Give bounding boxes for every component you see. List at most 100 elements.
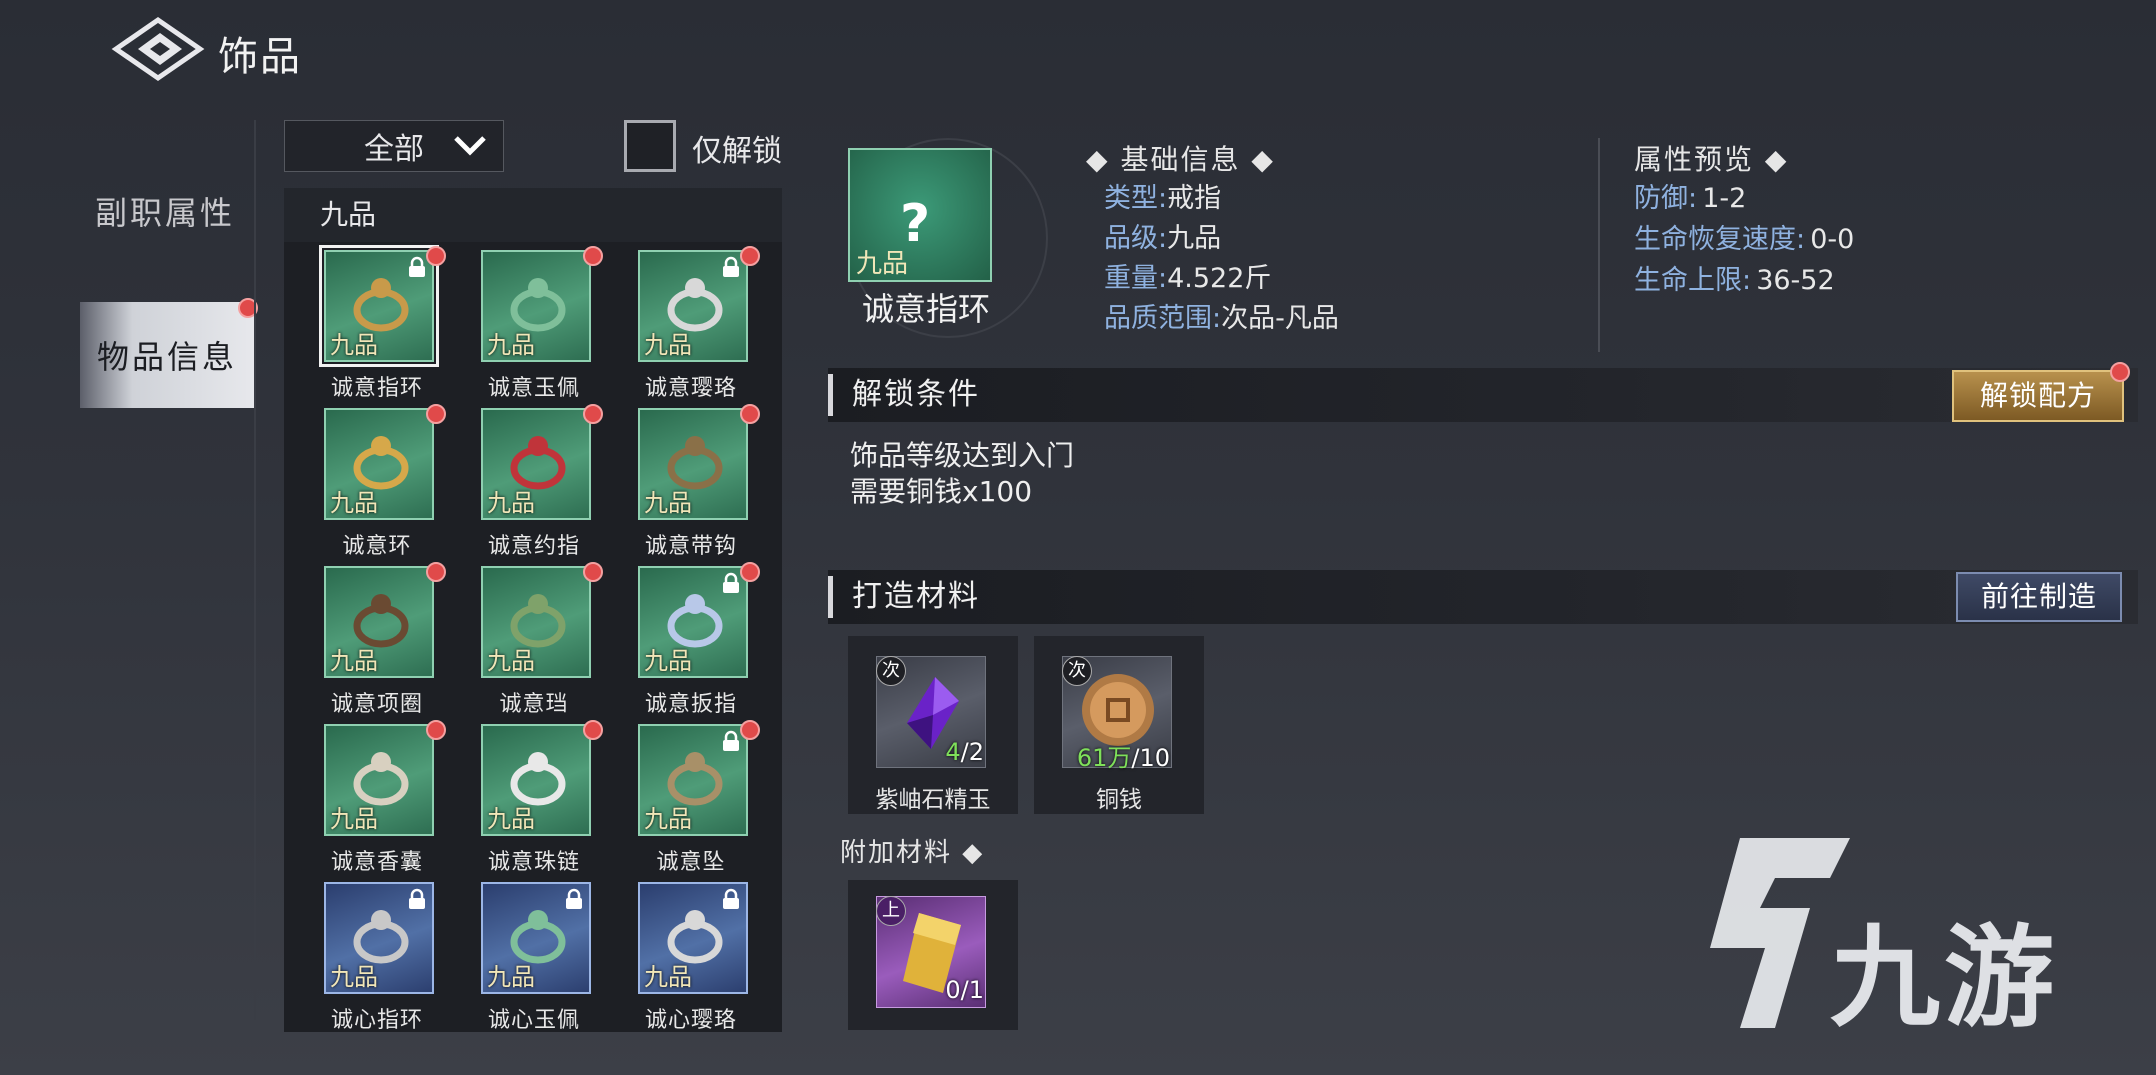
selected-item-icon: ? 九品 (848, 148, 992, 282)
item-card[interactable]: 九品 诚意坠 (600, 720, 760, 884)
lock-icon (409, 888, 425, 909)
craft-materials-bar: 打造材料 (828, 570, 2138, 624)
item-quality: 九品 (487, 647, 535, 675)
quality-range-value: 次品-凡品 (1221, 303, 1339, 334)
item-grid: 九品 诚意指环 九品 诚意玉佩 九品 诚意璎珞 九品 诚意环 九品 诚意约指 九品 诚意带钩 九品 诚意项… (284, 245, 782, 1033)
item-card[interactable]: 九品 诚意指环 (286, 245, 446, 410)
item-card[interactable]: 九品诚意环 (286, 404, 446, 568)
extra-material-grade-badge: 上 (876, 896, 906, 926)
item-quality: 九品 (487, 805, 535, 833)
watermark-text: 九游 (1830, 914, 2058, 1042)
item-name: 诚意珰 (499, 692, 569, 717)
side-tab-item-info-label: 物品信息 (96, 338, 237, 376)
item-quality: 九品 (644, 963, 692, 991)
extra-material-slot[interactable]: 上 0/1 (848, 880, 1018, 1030)
item-thumbnail: 九品 (481, 408, 591, 520)
material-need: /10 (1131, 744, 1170, 772)
basic-info-title: ◆ 基础信息 ◆ (1086, 143, 1275, 176)
extra-materials-title-text: 附加材料 (840, 838, 953, 868)
craft-materials-title: 打造材料 (852, 579, 980, 614)
item-thumbnail: 九品 (638, 566, 748, 678)
item-quality: 九品 (644, 647, 692, 675)
header-bar: 饰品 (0, 0, 2156, 110)
item-card[interactable]: 九品诚意珰 (443, 562, 603, 726)
item-card[interactable]: 九品 诚意带钩 (600, 404, 760, 568)
item-name: 诚意带钩 (644, 534, 737, 559)
item-card[interactable]: 九品 诚心玉佩 (443, 882, 601, 1042)
item-card[interactable]: 九品 诚心璎珞 (600, 882, 758, 1042)
filter-dropdown[interactable]: 全部 (284, 120, 504, 172)
item-thumbnail: 九品 (481, 882, 591, 994)
item-thumbnail: 九品 (324, 724, 434, 836)
side-tab-item-info[interactable]: 物品信息 (80, 302, 254, 408)
item-card[interactable]: 九品 诚意约指 (443, 404, 603, 568)
weight-value: 4.522斤 (1167, 263, 1272, 294)
unlock-conditions-title: 解锁条件 (852, 377, 980, 412)
material-grade-badge: 次 (876, 656, 906, 686)
material-name: 紫岫石精玉 (875, 787, 991, 813)
defense-value: 1-2 (1702, 183, 1747, 214)
item-notification-dot (740, 720, 760, 740)
unlock-only-checkbox[interactable] (624, 120, 676, 172)
item-name: 诚意项圈 (330, 692, 423, 717)
basic-info-title-text: 基础信息 (1120, 143, 1241, 176)
attr-preview-title-text: 属性预览 (1634, 143, 1755, 176)
item-card[interactable]: 九品 诚心指环 (286, 882, 444, 1042)
basic-info-list: 类型:戒指 品级:九品 重量:4.522斤 品质范围:次品-凡品 (1104, 180, 1339, 340)
selected-item-name: 诚意指环 (861, 290, 990, 328)
item-name: 诚心指环 (330, 1008, 423, 1033)
item-quality: 九品 (487, 489, 535, 517)
weight-label: 重量: (1104, 263, 1168, 294)
material-slot[interactable]: 次 61万/10 铜钱 (1034, 636, 1204, 814)
unlock-requirement: 饰品等级达到入门 (850, 439, 1075, 472)
item-name: 诚意环 (342, 534, 412, 559)
side-tab-sub-attributes[interactable]: 副职属性 (70, 188, 260, 240)
type-label: 类型: (1104, 183, 1168, 214)
item-card[interactable]: 九品 诚意玉佩 (443, 246, 603, 410)
item-card[interactable]: 九品 诚意珠链 (443, 720, 603, 884)
regen-value: 0-0 (1810, 224, 1855, 255)
item-name: 诚心玉佩 (487, 1008, 580, 1033)
unlock-recipe-button[interactable]: 解锁配方 (1952, 370, 2124, 422)
item-name: 诚意璎珞 (644, 376, 737, 401)
side-divider (254, 120, 256, 1020)
item-card[interactable]: 九品 诚意璎珞 (600, 246, 760, 410)
material-name: 铜钱 (1096, 787, 1142, 813)
attr-preview-list: 防御: 1-2 生命恢复速度: 0-0 生命上限: 36-52 (1634, 180, 1854, 303)
material-have: 4 (945, 738, 961, 766)
back-diamond-icon[interactable] (110, 14, 206, 84)
item-thumbnail: 九品 (481, 566, 591, 678)
grade-label: 品级: (1104, 223, 1168, 254)
lock-icon (409, 256, 425, 277)
regen-label: 生命恢复速度: (1634, 224, 1806, 255)
material-count: 4/2 (945, 738, 984, 766)
material-slot[interactable]: 次 4/2 紫岫石精玉 (848, 636, 1018, 814)
attr-preview-title: 属性预览 ◆ (1634, 143, 1789, 176)
item-name: 诚意玉佩 (487, 376, 580, 401)
quality-range-label: 品质范围: (1104, 303, 1222, 334)
item-card[interactable]: 九品 诚意香囊 (286, 720, 446, 884)
lock-icon (723, 888, 739, 909)
info-divider (1598, 138, 1600, 352)
item-quality: 九品 (330, 489, 378, 517)
item-quality: 九品 (330, 963, 378, 991)
page-title: 饰品 (218, 34, 302, 80)
item-card[interactable]: 九品 诚意项圈 (286, 562, 446, 726)
type-value: 戒指 (1167, 183, 1222, 214)
item-quality: 九品 (330, 805, 378, 833)
item-quality: 九品 (644, 489, 692, 517)
item-thumbnail: 九品 (319, 245, 439, 367)
item-name: 诚心璎珞 (644, 1008, 737, 1033)
item-thumbnail: 九品 (324, 408, 434, 520)
material-need: /2 (960, 738, 984, 766)
unlock-requirement: 需要铜钱x100 (850, 475, 1033, 508)
section-accent (828, 576, 833, 618)
item-notification-dot (740, 246, 760, 266)
item-thumbnail: 九品 (481, 724, 591, 836)
item-quality: 九品 (644, 805, 692, 833)
item-card[interactable]: 九品 诚意扳指 (600, 562, 760, 726)
lock-icon (566, 888, 582, 909)
material-grade-badge: 次 (1062, 656, 1092, 686)
go-to-craft-button[interactable]: 前往制造 (1956, 572, 2122, 622)
section-accent (828, 374, 833, 416)
